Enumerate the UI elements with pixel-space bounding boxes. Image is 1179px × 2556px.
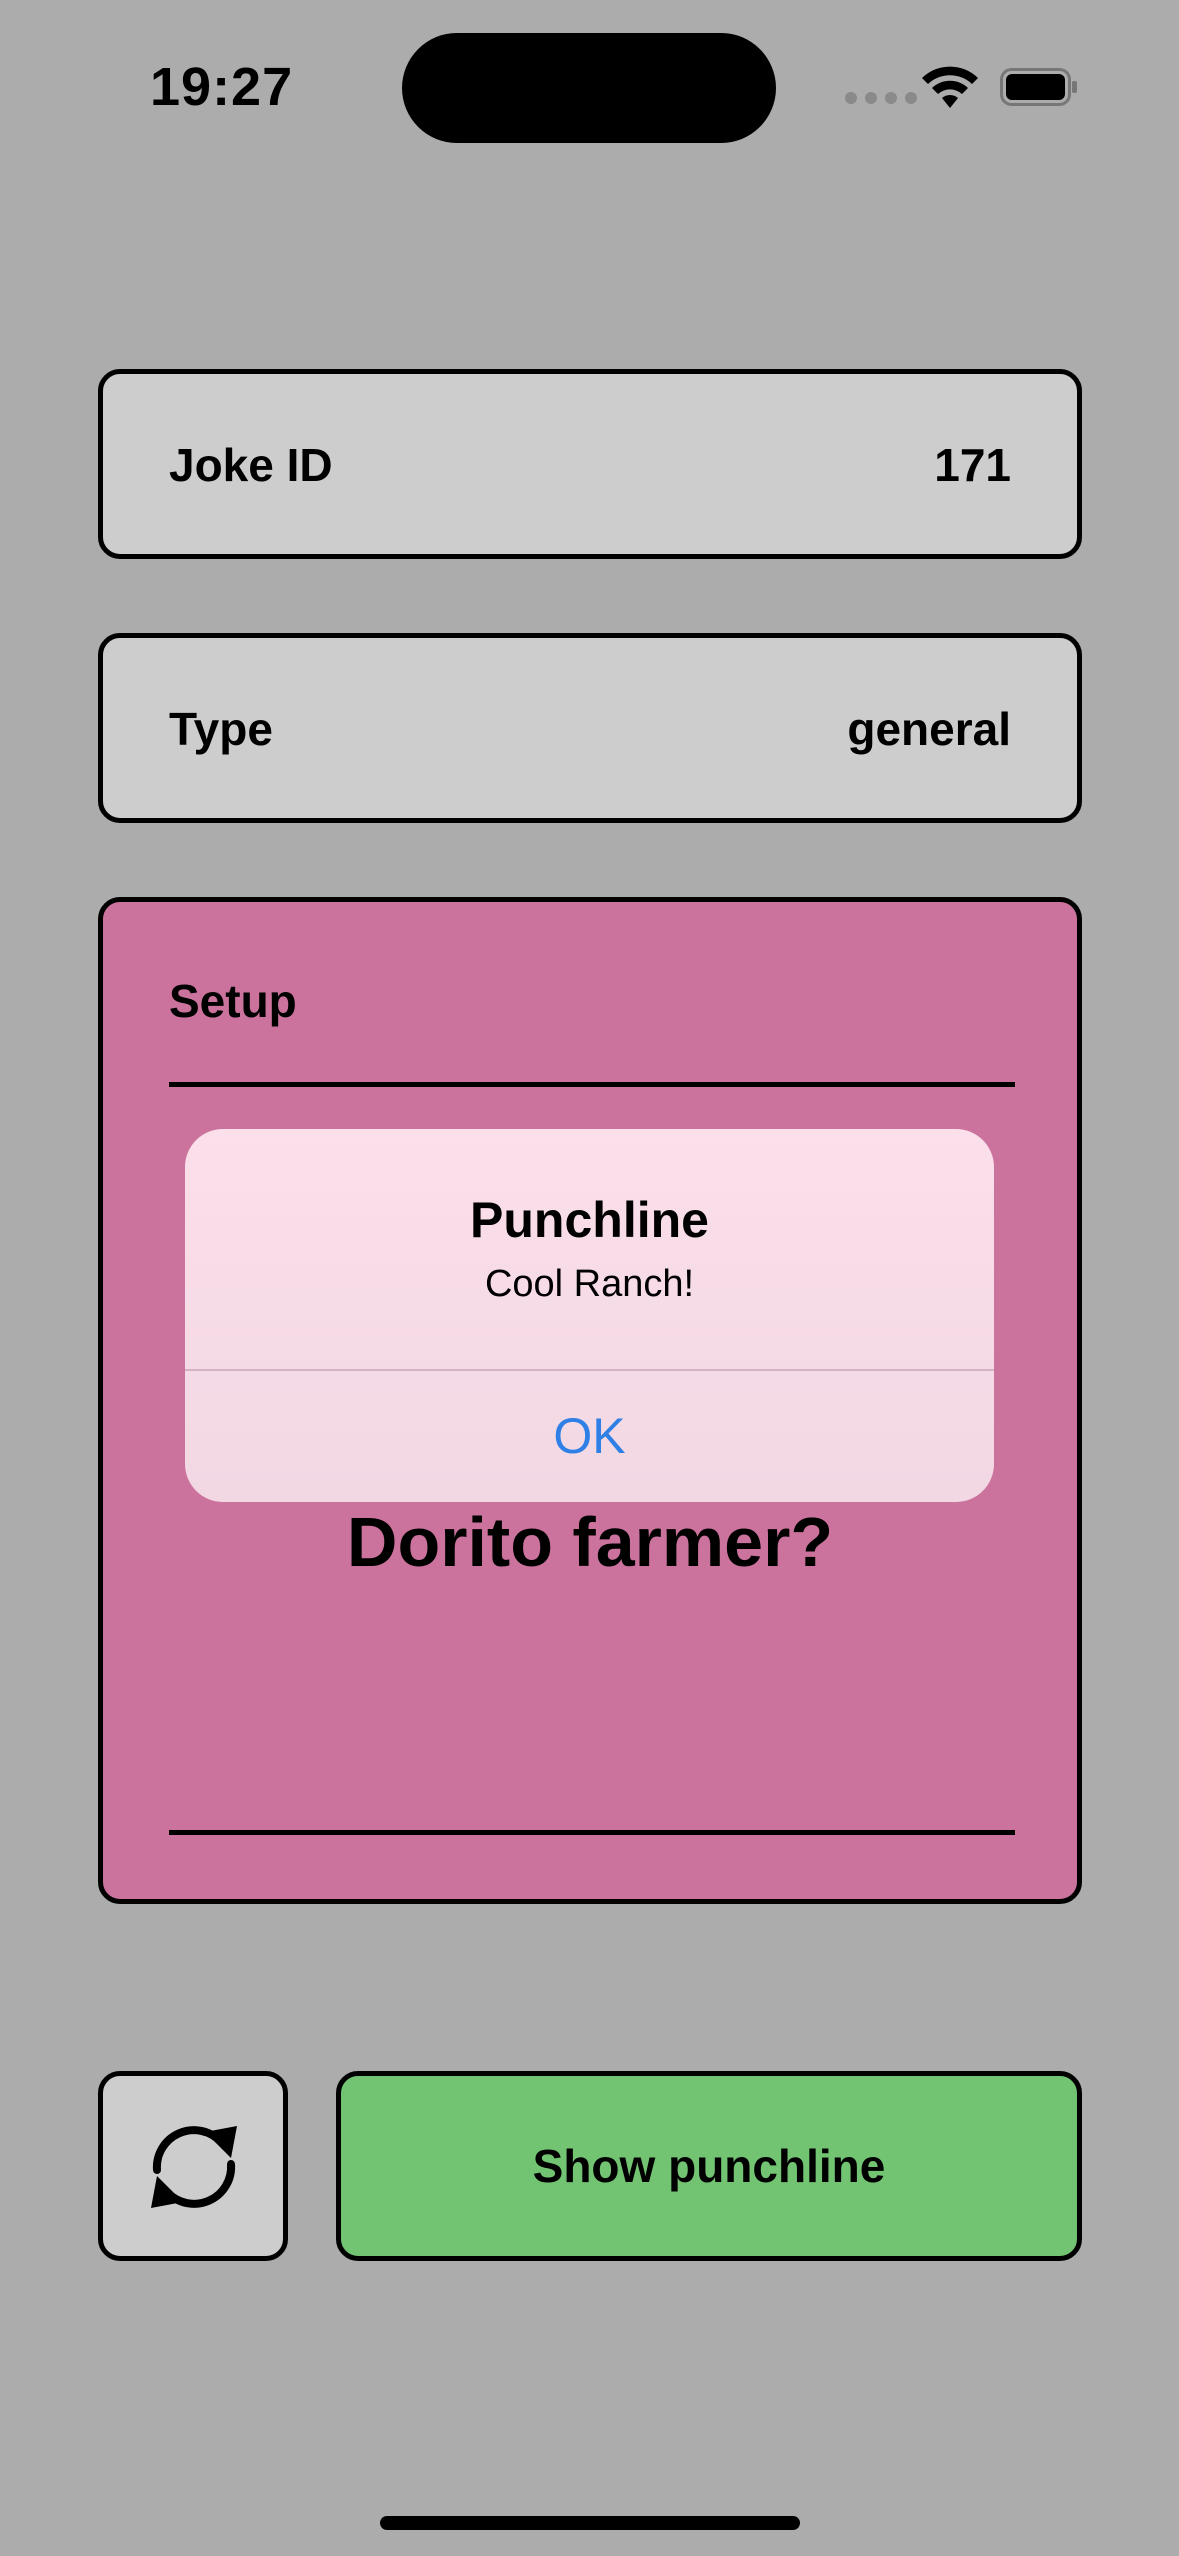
show-punchline-button[interactable]: Show punchline: [336, 2071, 1082, 2261]
type-value: general: [847, 703, 1011, 755]
refresh-icon: [151, 2126, 237, 2208]
joke-id-value: 171: [934, 439, 1011, 491]
setup-top-divider: [169, 1082, 1015, 1087]
dynamic-island: [402, 33, 776, 143]
joke-id-label: Joke ID: [169, 439, 333, 491]
battery-icon: [1000, 68, 1077, 106]
home-indicator[interactable]: [380, 2516, 800, 2530]
setup-label: Setup: [169, 975, 297, 1027]
refresh-button[interactable]: [98, 2071, 288, 2261]
alert-message: Cool Ranch!: [484, 1263, 695, 1305]
alert-title: Punchline: [470, 1192, 709, 1248]
status-time: 19:27: [150, 57, 294, 117]
setup-text: Dorito farmer?: [346, 1503, 834, 1581]
cellular-signal-icon: [845, 92, 917, 104]
wifi-icon: [922, 66, 978, 108]
setup-bottom-divider: [169, 1830, 1015, 1835]
joke-id-row: Joke ID 171: [98, 369, 1082, 559]
type-row: Type general: [98, 633, 1082, 823]
type-label: Type: [169, 703, 273, 755]
alert-ok-button[interactable]: OK: [185, 1369, 994, 1502]
punchline-alert: Punchline Cool Ranch! OK: [185, 1129, 994, 1502]
